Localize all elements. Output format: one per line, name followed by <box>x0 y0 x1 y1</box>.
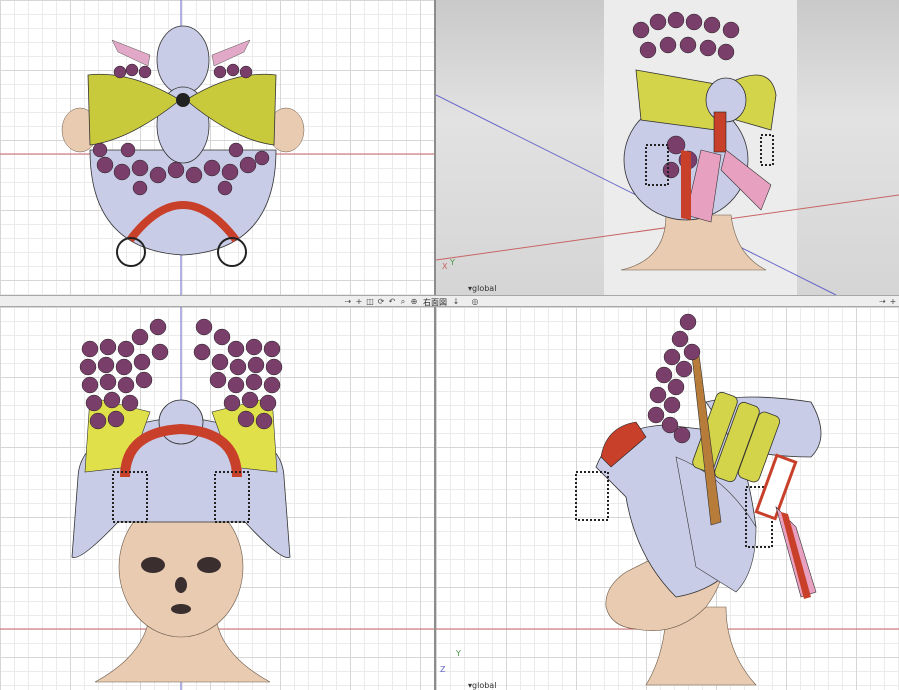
frame-icon[interactable]: ◫ <box>366 298 374 306</box>
front-model <box>0 307 434 690</box>
eye-right <box>197 557 221 573</box>
target-icon[interactable]: ◎ <box>471 298 479 306</box>
perspective-model <box>436 11 899 295</box>
red-ribbon <box>781 512 811 599</box>
right-model <box>436 313 899 686</box>
hanging-ornament-front <box>575 471 609 521</box>
move-icon[interactable]: ⇢ <box>344 298 352 306</box>
top-model <box>0 0 434 295</box>
hair-top-lobe <box>158 399 204 445</box>
plus-icon[interactable]: + <box>355 298 363 306</box>
global-label[interactable]: ▾global <box>468 681 496 690</box>
hair-top-lobe <box>156 25 210 95</box>
move-icon[interactable]: ⇢ <box>878 298 886 306</box>
viewport-front[interactable] <box>0 307 434 690</box>
mini-toolbar: ⇢ + <box>878 297 897 306</box>
viewport-right[interactable]: Z Y ▾global <box>436 307 899 690</box>
view-name-label[interactable]: 右面図 <box>421 297 449 308</box>
axis-x-label: X <box>442 262 448 271</box>
pink-ribbon-right <box>211 39 251 67</box>
undo-icon[interactable]: ↶ <box>388 298 396 306</box>
fit-icon[interactable]: ⊕ <box>410 298 418 306</box>
neck <box>620 214 767 271</box>
nose <box>175 577 187 593</box>
view-toolbar: ⇢ + ◫ ⟳ ↶ ⌕ ⊕ 右面図 ↓ ◎ <box>344 297 479 307</box>
view-dropdown-icon[interactable]: ↓ <box>452 298 460 306</box>
mouth <box>171 604 191 614</box>
flower-cluster <box>647 313 701 444</box>
rotate-icon[interactable]: ⟳ <box>377 298 385 306</box>
axis-z-label: Z <box>440 665 446 674</box>
red-ribbon <box>681 150 691 220</box>
viewport-top[interactable] <box>0 0 434 295</box>
viewport-perspective[interactable]: X Y ▾global <box>436 0 899 295</box>
plus-icon[interactable]: + <box>889 298 897 306</box>
striped-ornament <box>713 111 727 153</box>
eye-left <box>141 557 165 573</box>
zoom-icon[interactable]: ⌕ <box>399 298 407 306</box>
axis-y-label: Y <box>450 258 455 267</box>
ornament-wheel-left <box>116 237 146 267</box>
pink-ribbon-left <box>111 39 151 67</box>
axis-y-label: Y <box>456 649 461 658</box>
hanging-ornament-right <box>760 134 774 166</box>
bow-knot <box>176 93 190 107</box>
global-label[interactable]: ▾global <box>468 284 496 293</box>
